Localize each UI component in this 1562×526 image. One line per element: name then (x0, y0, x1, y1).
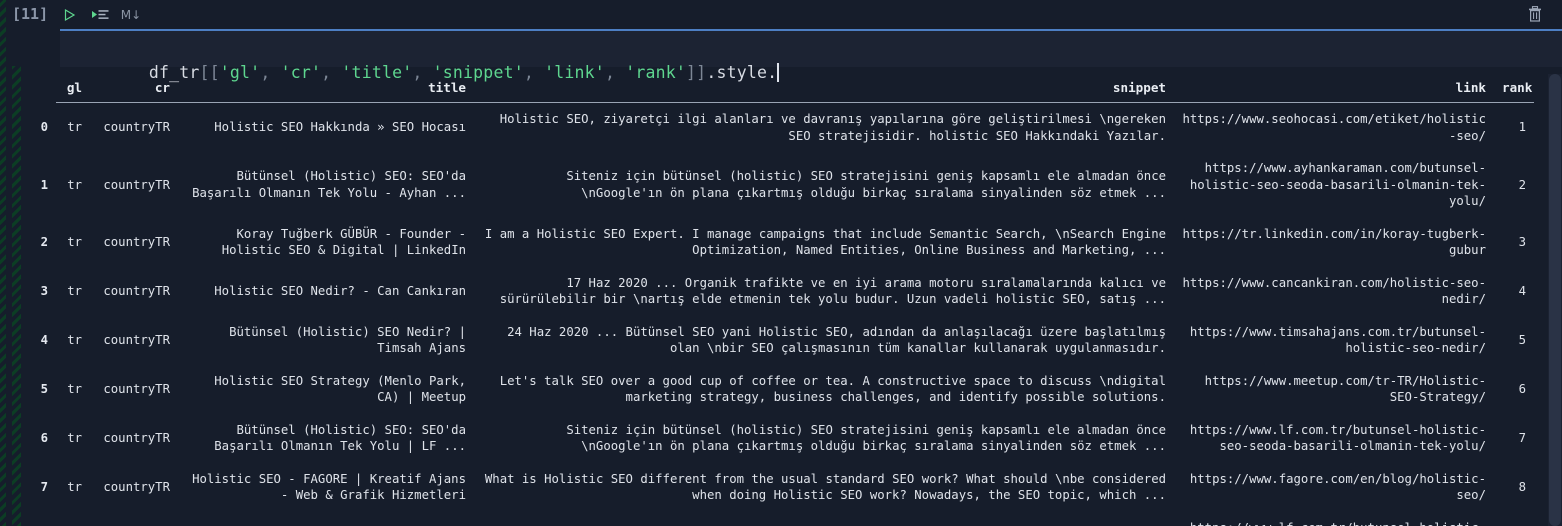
cell-cr: countryTR (103, 234, 170, 249)
cell-cr: countryTR (103, 430, 170, 445)
cell-link: https://www.timsahajans.com.tr/butunsel-… (1189, 324, 1486, 356)
column-header-link: link (1174, 74, 1494, 103)
cell-rank: 3 (1518, 234, 1526, 249)
code-editor[interactable]: df_tr[['gl', 'cr', 'title', 'snippet', '… (60, 29, 1562, 82)
cell-rank: 6 (1518, 381, 1526, 396)
table-row: 8trcountryTRholistic-seo – LF Dijital: K… (26, 512, 1534, 526)
notebook-code-cell[interactable]: [11] M↓ df_tr[['gl', 'cr', 'title', 'sni… (0, 0, 1562, 526)
cell-snippet: What is Holistic SEO different from the … (484, 471, 1166, 503)
cell-snippet: holistic-seo. Hemen Teklif Alın: 0532 63… (474, 512, 1174, 526)
table-row: 1 tr countryTR Bütünsel (Holistic) SEO: SEO… (26, 152, 1534, 218)
cell-link: https://www.lf.com.tr/butunsel-holistic-… (1189, 422, 1486, 454)
cell-gl: tr (67, 332, 82, 347)
cell-link: https://www.meetup.com/tr-TR/Holistic-SE… (1204, 373, 1486, 405)
cell-title: holistic-seo – LF Dijital: Kocaeli Web T… (178, 512, 474, 526)
cell-gl: tr (67, 234, 82, 249)
table-row: 3 tr countryTR Holistic SEO Nedir? - Can Ca… (26, 267, 1534, 316)
cell-title: Bütünsel (Holistic) SEO Nedir? | Timsah … (229, 324, 466, 356)
column-header-gl: gl (56, 74, 90, 103)
cell-index: 3 (40, 283, 48, 298)
cell-index: 6 (40, 430, 48, 445)
cell-link: https://tr.linkedin.com/in/koray-tugberk… (1182, 226, 1486, 258)
cell-cr: countryTR (103, 283, 170, 298)
dataframe-table: gl cr title snippet link rank 0 tr country… (26, 74, 1534, 526)
cell-snippet: 17 Haz 2020 ... Organik trafikte ve en i… (499, 275, 1166, 307)
cell-rank: 7 (1518, 430, 1526, 445)
cell-title: Koray Tuğberk GÜBÜR - Founder - Holistic… (221, 226, 466, 258)
cell-toolbar: M↓ (60, 3, 142, 27)
output-scrollbar[interactable] (1548, 74, 1562, 526)
run-from-here-icon[interactable] (91, 6, 109, 24)
column-header-snippet: snippet (474, 74, 1174, 103)
cell-cr: countryTR (103, 177, 170, 192)
cell-index: 2 (40, 234, 48, 249)
cell-rank: 4 (1518, 283, 1526, 298)
cell-cr: countryTR (103, 332, 170, 347)
cell-title: Holistic SEO Strategy (Menlo Park, CA) |… (214, 373, 466, 405)
table-row: 5 tr countryTR Holistic SEO Strategy (Menlo… (26, 365, 1534, 414)
cell-rank: 1 (1518, 120, 1526, 135)
cell-rank: 5 (1518, 332, 1526, 347)
cell-gl: tr (56, 512, 90, 526)
dataframe-header: gl cr title snippet link rank (26, 74, 1534, 103)
cell-cr: countryTR (103, 381, 170, 396)
markdown-icon-label: M↓ (120, 8, 142, 22)
column-header-cr: cr (90, 74, 178, 103)
cell-link: https://www.fagore.com/en/blog/holistic-… (1189, 471, 1486, 503)
table-row: 7 tr countryTR Holistic SEO - FAGORE | Krea… (26, 463, 1534, 512)
cell-cr: countryTR (103, 120, 170, 135)
table-row: 0 tr countryTR Holistic SEO Hakkında » SEO … (26, 103, 1534, 153)
table-row: 4 tr countryTR Bütünsel (Holistic) SEO Nedi… (26, 316, 1534, 365)
column-header-index (26, 74, 56, 103)
cell-cr: countryTR (103, 479, 170, 494)
cell-index: 4 (40, 332, 48, 347)
cell-index: 8 (26, 512, 56, 526)
cell-title: Holistic SEO Hakkında » SEO Hocası (214, 120, 466, 135)
cell-snippet: Let's talk SEO over a good cup of coffee… (499, 373, 1166, 405)
cell-snippet: 24 Haz 2020 ... Bütünsel SEO yani Holist… (507, 324, 1166, 356)
cell-title: Bütünsel (Holistic) SEO: SEO'da Başarılı… (192, 169, 466, 200)
column-header-rank: rank (1494, 74, 1534, 103)
table-row: 6 tr countryTR Bütünsel (Holistic) SEO: SEO… (26, 414, 1534, 463)
cell-title: Bütünsel (Holistic) SEO: SEO'da Başarılı… (214, 422, 466, 454)
cell-link: https://www.seohocasi.com/etiket/holisti… (1182, 112, 1486, 143)
cell-prompt-row: [11] M↓ (0, 0, 1562, 30)
output-scrollbar-thumb[interactable] (1549, 74, 1561, 526)
output-selection-marker (12, 66, 21, 526)
dataframe-body: 0 tr countryTR Holistic SEO Hakkında » SEO … (26, 103, 1534, 526)
cell-selection-marker (0, 0, 6, 526)
cell-title: Holistic SEO Nedir? - Can Cankıran (214, 283, 466, 298)
cell-link: https://www.cancankiran.com/holistic-seo… (1182, 275, 1486, 307)
table-row: 2 tr countryTR Koray Tuğberk GÜBÜR - Founde… (26, 218, 1534, 267)
cell-index: 0 (40, 120, 48, 135)
cell-gl: tr (67, 177, 82, 192)
delete-cell-icon[interactable] (1526, 5, 1544, 23)
cell-link: https://www.ayhankaraman.com/butunsel-ho… (1189, 161, 1486, 208)
cell-index: 5 (40, 381, 48, 396)
column-header-title: title (178, 74, 474, 103)
cell-snippet: Siteniz için bütünsel (holistic) SEO str… (566, 422, 1166, 454)
cell-index: 1 (40, 177, 48, 192)
cell-title: Holistic SEO - FAGORE | Kreatif Ajans - … (192, 471, 466, 503)
cell-snippet: I am a Holistic SEO Expert. I manage cam… (484, 226, 1166, 258)
cell-gl: tr (67, 479, 82, 494)
cell-gl: tr (67, 283, 82, 298)
cell-rank: 2 (1518, 177, 1526, 192)
execution-count-label: [11] (12, 5, 49, 23)
cell-cr: countryTR (90, 512, 178, 526)
run-cell-icon[interactable] (60, 6, 78, 24)
cell-index: 7 (40, 479, 48, 494)
cell-snippet: Siteniz için bütünsel (holistic) SEO str… (566, 169, 1166, 200)
markdown-cell-icon[interactable]: M↓ (120, 6, 142, 24)
cell-gl: tr (67, 381, 82, 396)
cell-rank: 8 (1518, 479, 1526, 494)
cell-snippet: Holistic SEO, ziyaretçi ilgi alanları ve… (499, 112, 1166, 143)
cell-output-dataframe: gl cr title snippet link rank 0 tr country… (26, 74, 1562, 526)
cell-link: https://www.lf.com.tr/butunsel-holistic-… (1174, 512, 1494, 526)
table-header-row: gl cr title snippet link rank (26, 74, 1534, 103)
cell-rank: 9 (1494, 512, 1534, 526)
cell-gl: tr (67, 430, 82, 445)
cell-gl: tr (67, 120, 82, 135)
